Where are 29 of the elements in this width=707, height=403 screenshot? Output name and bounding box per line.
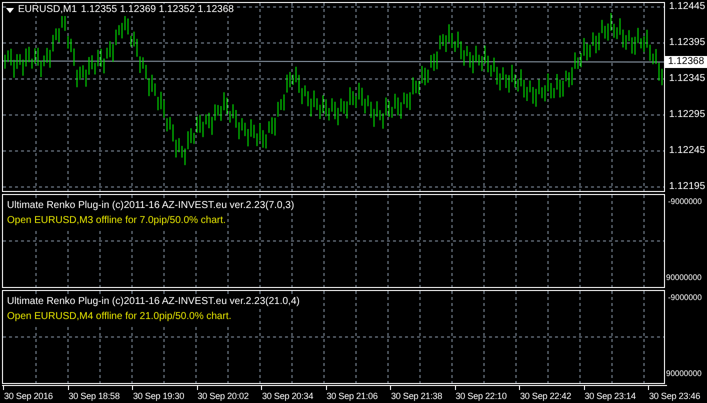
price-label: 1.12245 xyxy=(669,145,706,157)
time-label: 30 Sep 20:02 xyxy=(198,390,249,402)
time-label: 30 Sep 2016 xyxy=(4,390,53,402)
time-label: 30 Sep 21:38 xyxy=(391,390,442,402)
time-label: 30 Sep 18:58 xyxy=(68,390,120,402)
price-label: 1.12195 xyxy=(669,181,706,193)
time-label: 30 Sep 23:46 xyxy=(649,390,700,402)
scale-label: 90000000 xyxy=(666,272,702,284)
time-label: 30 Sep 22:10 xyxy=(456,390,507,402)
price-label: 1.12295 xyxy=(669,109,706,121)
time-label: 30 Sep 19:30 xyxy=(133,390,184,402)
time-label: 30 Sep 23:14 xyxy=(584,390,636,402)
scale-label: -9000000 xyxy=(668,196,702,208)
time-label: 30 Sep 21:06 xyxy=(326,390,378,402)
price-label: 1.12395 xyxy=(669,37,706,49)
indicator-title: Ultimate Renko Plug-in (c)2011-16 AZ-INVEST.eu ver.2.23(21.0,4) xyxy=(7,294,300,309)
scale-label: 90000000 xyxy=(666,368,702,380)
time-label: 30 Sep 20:34 xyxy=(262,390,314,402)
price-label: 1.12345 xyxy=(669,73,706,85)
quote-text: 1.12355 1.12369 1.12352 1.12368 xyxy=(80,4,234,16)
indicator-title: Ultimate Renko Plug-in (c)2011-16 AZ-INVEST.eu ver.2.23(7.0,3) xyxy=(7,198,294,213)
indicator-message: Open EURUSD,M3 offline for 7.0pip/50.0% chart. xyxy=(7,213,226,228)
price-label: 1.12445 xyxy=(669,1,706,13)
indicator-message: Open EURUSD,M4 offline for 21.0pip/50.0% chart. xyxy=(7,309,232,324)
time-label: 30 Sep 22:42 xyxy=(520,390,572,402)
symbol-title: EURUSD,M1 xyxy=(18,4,77,16)
dropdown-triangle-icon[interactable] xyxy=(6,8,14,12)
current-price-label: 1.12368 xyxy=(665,56,707,68)
scale-label: -9000000 xyxy=(668,292,702,304)
